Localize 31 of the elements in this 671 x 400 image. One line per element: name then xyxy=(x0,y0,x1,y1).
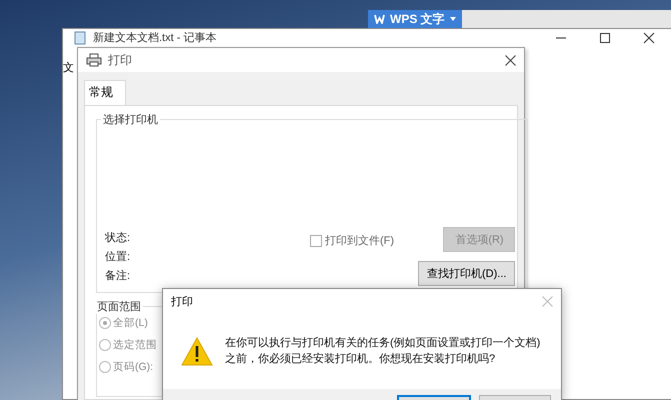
radio-label: 页码(G): xyxy=(113,360,154,374)
close-icon[interactable] xyxy=(643,32,655,44)
close-icon[interactable] xyxy=(505,54,516,66)
default-button[interactable] xyxy=(397,395,471,400)
menu-item[interactable]: 文 xyxy=(63,60,74,75)
window-title: 新建文本文档.txt - 记事本 xyxy=(93,30,216,45)
dialog-title: 打印 xyxy=(108,52,132,68)
maximize-icon[interactable] xyxy=(599,32,611,44)
radio-label: 选定范围 xyxy=(113,338,157,352)
field-label: 状态: xyxy=(105,232,132,245)
caret-icon[interactable] xyxy=(450,17,456,21)
find-printer-button[interactable]: 查找打印机(D)... xyxy=(418,261,516,286)
app-label: WPS 文字 xyxy=(390,10,445,28)
group-title: 选择打印机 xyxy=(103,114,158,126)
printer-icon xyxy=(86,53,102,67)
field-label: 位置: xyxy=(105,251,132,264)
dialog-title: 打印 xyxy=(171,294,193,308)
wps-app-tab[interactable]: WPS 文字 xyxy=(368,10,462,28)
checkbox-label: 打印到文件(F) xyxy=(325,234,394,248)
group-title: 页面范围 xyxy=(97,301,141,313)
radio-button[interactable] xyxy=(99,361,111,373)
radio-button[interactable] xyxy=(99,339,111,351)
w-logo-icon xyxy=(374,14,385,24)
notepad-icon xyxy=(73,30,87,44)
message-text: 在你可以执行与打印机有关的任务(例如页面设置或打印一个文档)之前，你必须已经安装打印机。你想现在安装打印机吗? xyxy=(225,336,542,367)
field-label: 备注: xyxy=(105,270,132,283)
radio-label: 全部(L) xyxy=(113,316,148,330)
checkbox[interactable] xyxy=(310,234,322,246)
radio-button[interactable] xyxy=(99,317,111,329)
warning-icon xyxy=(181,336,213,366)
tab[interactable]: 常规 xyxy=(84,80,126,105)
